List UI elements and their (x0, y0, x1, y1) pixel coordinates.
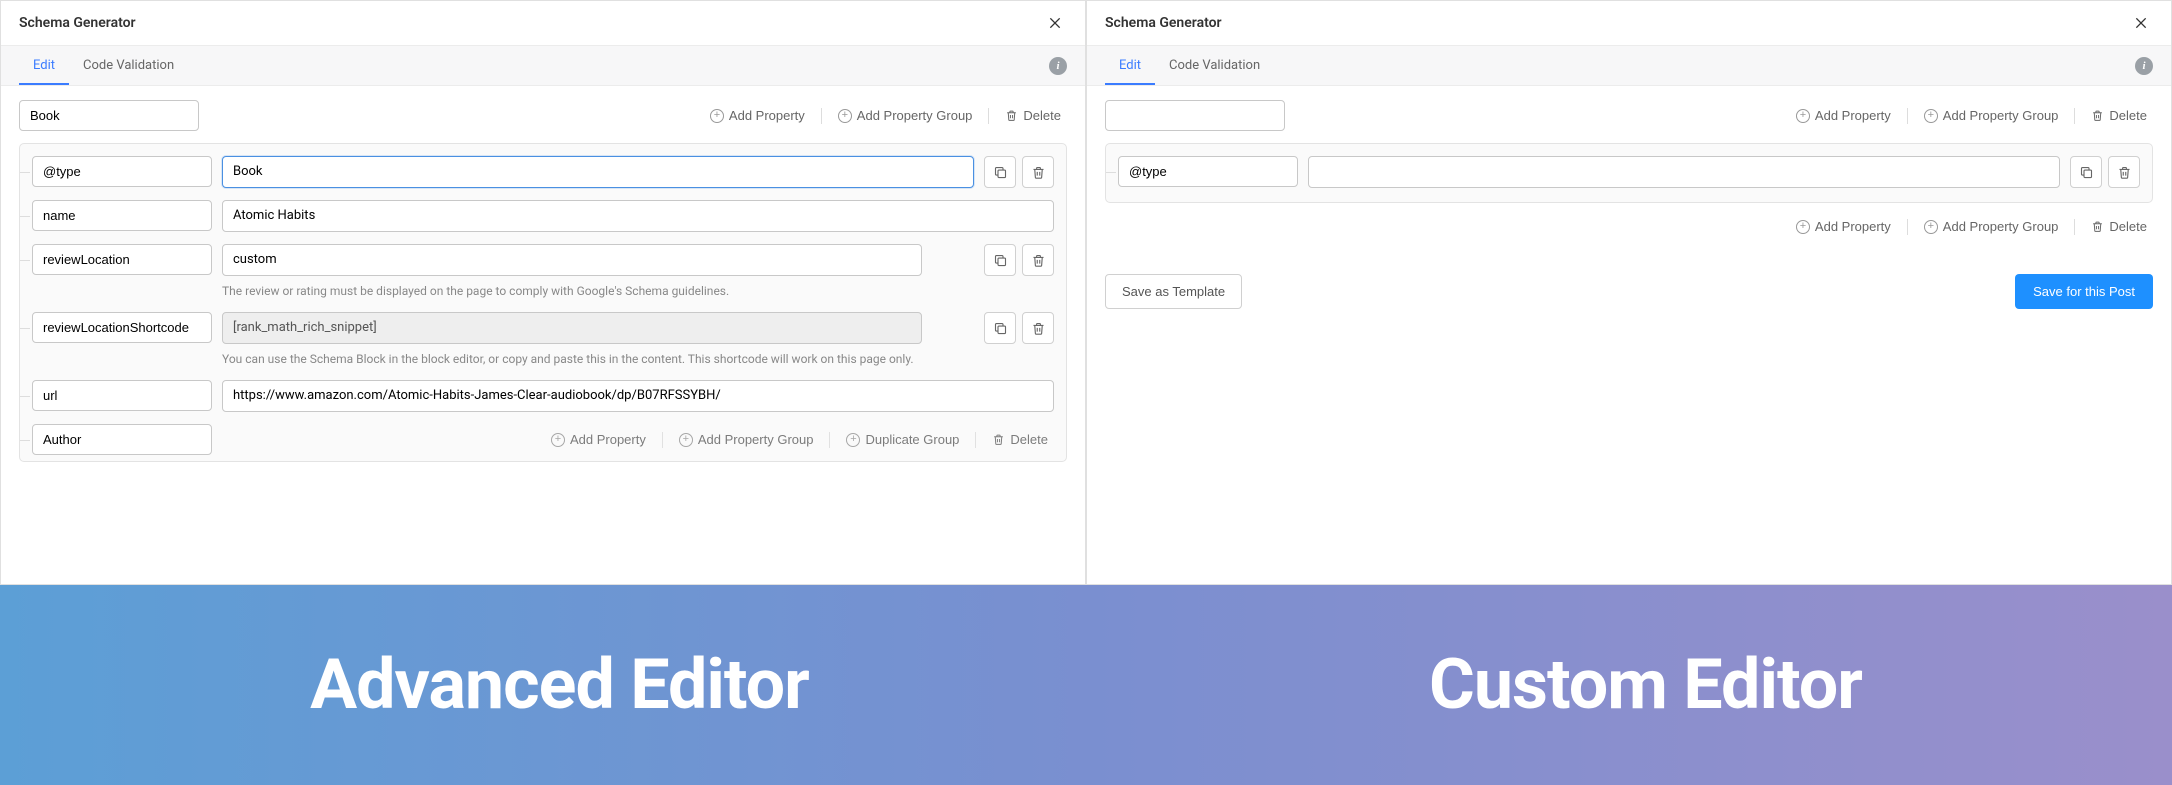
close-icon (1047, 15, 1063, 31)
save-as-template-button[interactable]: Save as Template (1105, 274, 1242, 309)
plus-icon: + (1924, 109, 1938, 123)
left-panel: Schema Generator Edit Code Validation i … (0, 0, 1086, 585)
trash-icon (1031, 321, 1046, 336)
tab-edit[interactable]: Edit (19, 46, 69, 85)
plus-icon: + (710, 109, 724, 123)
close-button[interactable] (1043, 11, 1067, 35)
banner-left-text: Advanced Editor (310, 644, 809, 726)
duplicate-group-button[interactable]: +Duplicate Group (840, 428, 965, 451)
plus-icon: + (1796, 109, 1810, 123)
add-property-group-button[interactable]: +Add Property Group (1918, 215, 2065, 238)
tab-code-validation[interactable]: Code Validation (69, 46, 188, 85)
add-property-button[interactable]: +Add Property (545, 428, 652, 451)
delete-button[interactable]: Delete (2085, 215, 2153, 238)
banner-right-text: Custom Editor (1429, 644, 1862, 726)
property-key-input[interactable] (32, 380, 212, 411)
trash-icon (2117, 165, 2132, 180)
property-key-input[interactable] (32, 244, 212, 275)
property-row-author: +Add Property +Add Property Group +Dupli… (32, 424, 1054, 459)
plus-icon: + (838, 109, 852, 123)
property-group: The review or rating must be displayed o… (19, 143, 1067, 462)
copy-button[interactable] (2070, 156, 2102, 188)
info-icon[interactable]: i (2135, 57, 2153, 75)
tab-edit[interactable]: Edit (1105, 46, 1155, 85)
row-delete-button[interactable] (1022, 312, 1054, 344)
add-property-button[interactable]: +Add Property (1790, 215, 1897, 238)
copy-icon (2079, 165, 2094, 180)
right-panel: Schema Generator Edit Code Validation i … (1086, 0, 2172, 585)
add-property-group-button[interactable]: +Add Property Group (673, 428, 820, 451)
property-value-input[interactable] (222, 380, 1054, 412)
plus-icon: + (846, 433, 860, 447)
copy-button[interactable] (984, 156, 1016, 188)
plus-icon: + (551, 433, 565, 447)
row-delete-button[interactable] (1022, 156, 1054, 188)
property-value-input[interactable] (1308, 156, 2060, 188)
panel-title: Schema Generator (1105, 15, 1222, 31)
delete-button[interactable]: Delete (999, 104, 1067, 127)
property-key-input[interactable] (32, 312, 212, 343)
panel-title: Schema Generator (19, 15, 136, 31)
property-value-input[interactable] (222, 312, 922, 344)
copy-icon (993, 165, 1008, 180)
property-row-reviewlocation: The review or rating must be displayed o… (32, 244, 1054, 300)
add-property-group-button[interactable]: + Add Property Group (832, 104, 979, 127)
property-key-input[interactable] (1118, 156, 1298, 187)
property-row-type (32, 156, 1054, 188)
row-delete-button[interactable] (2108, 156, 2140, 188)
schema-name-input[interactable] (1105, 100, 1285, 131)
property-group (1105, 143, 2153, 203)
group-actions-row: +Add Property +Add Property Group Delete (1105, 211, 2153, 246)
property-row-reviewlocationshortcode: You can use the Schema Block in the bloc… (32, 312, 1054, 368)
delete-button[interactable]: Delete (2085, 104, 2153, 127)
bottom-banner: Advanced Editor Custom Editor (0, 585, 2172, 785)
trash-icon (1031, 165, 1046, 180)
tab-code-validation[interactable]: Code Validation (1155, 46, 1274, 85)
field-hint: The review or rating must be displayed o… (222, 282, 922, 300)
schema-name-input[interactable] (19, 100, 199, 131)
close-icon (2133, 15, 2149, 31)
property-key-input[interactable] (32, 424, 212, 455)
trash-icon (2091, 220, 2104, 233)
field-hint: You can use the Schema Block in the bloc… (222, 350, 922, 368)
copy-icon (993, 321, 1008, 336)
plus-icon: + (1924, 220, 1938, 234)
property-row-url (32, 380, 1054, 412)
property-row-name (32, 200, 1054, 232)
add-property-button[interactable]: +Add Property (1790, 104, 1897, 127)
trash-icon (2091, 109, 2104, 122)
add-property-group-label: Add Property Group (857, 108, 973, 123)
copy-button[interactable] (984, 244, 1016, 276)
trash-icon (1031, 253, 1046, 268)
copy-icon (993, 253, 1008, 268)
trash-icon (992, 433, 1005, 446)
plus-icon: + (1796, 220, 1810, 234)
delete-label: Delete (1023, 108, 1061, 123)
property-key-input[interactable] (32, 156, 212, 187)
add-property-button[interactable]: + Add Property (704, 104, 811, 127)
plus-icon: + (679, 433, 693, 447)
close-button[interactable] (2129, 11, 2153, 35)
add-property-label: Add Property (729, 108, 805, 123)
row-delete-button[interactable] (1022, 244, 1054, 276)
info-icon[interactable]: i (1049, 57, 1067, 75)
property-key-input[interactable] (32, 200, 212, 231)
save-for-post-button[interactable]: Save for this Post (2015, 274, 2153, 309)
property-value-input[interactable] (222, 244, 922, 276)
property-value-input[interactable] (222, 200, 1054, 232)
add-property-group-button[interactable]: +Add Property Group (1918, 104, 2065, 127)
delete-button[interactable]: Delete (986, 428, 1054, 451)
copy-button[interactable] (984, 312, 1016, 344)
property-row-type (1118, 156, 2140, 188)
trash-icon (1005, 109, 1018, 122)
property-value-input[interactable] (222, 156, 974, 188)
